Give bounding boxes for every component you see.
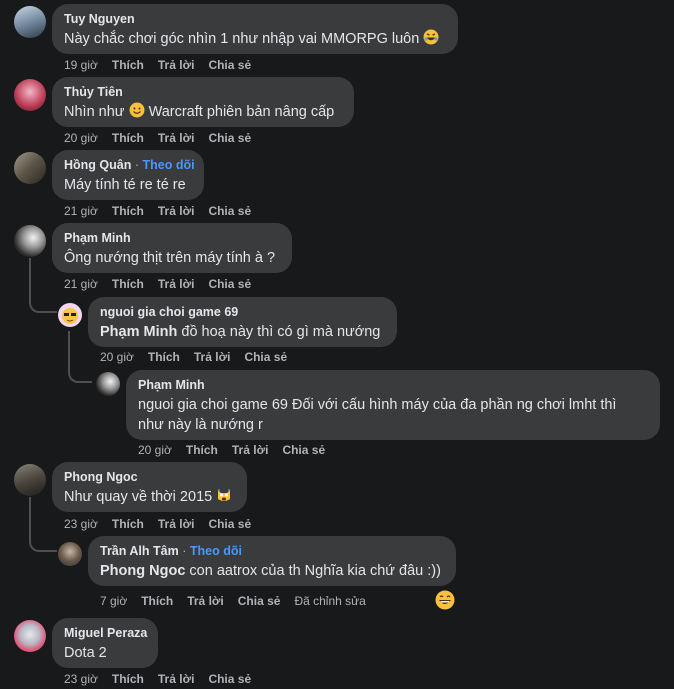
reply-button[interactable]: Trả lời (158, 58, 195, 72)
reply-button[interactable]: Trả lời (158, 277, 195, 291)
share-button[interactable]: Chia sẻ (244, 350, 287, 364)
comment-time[interactable]: 21 giờ (64, 204, 98, 218)
share-button[interactable]: Chia sẻ (238, 594, 281, 608)
avatar[interactable] (14, 620, 46, 652)
comment-text: nguoi gia choi game 69 Đối với cấu hình … (138, 397, 617, 433)
share-button[interactable]: Chia sẻ (208, 58, 251, 72)
like-button[interactable]: Thích (112, 277, 144, 291)
like-button[interactable]: Thích (141, 594, 173, 608)
comment-author[interactable]: Phạm Minh (64, 230, 280, 246)
follow-button[interactable]: Theo dõi (143, 158, 195, 172)
follow-button[interactable]: Theo dõi (190, 544, 242, 558)
comment-bubble: Phạm Minh nguoi gia choi game 69 Đối với… (126, 370, 660, 440)
like-button[interactable]: Thích (112, 131, 144, 145)
like-button[interactable]: Thích (186, 443, 218, 457)
thread-line (29, 497, 57, 552)
like-button[interactable]: Thích (112, 517, 144, 531)
comment-time[interactable]: 20 giờ (138, 443, 172, 457)
comment-bubble: Miguel Peraza Dota 2 (52, 618, 158, 668)
grin-reaction-icon[interactable] (435, 590, 455, 610)
share-button[interactable]: Chia sẻ (208, 204, 251, 218)
comment-time[interactable]: 7 giờ (100, 594, 127, 608)
comment-text: Máy tính té re té re (64, 177, 186, 193)
smile-emoji-icon (129, 102, 145, 118)
edited-label: Đã chỉnh sửa (294, 594, 366, 608)
comment-text: Này chắc chơi góc nhìn 1 như nhập vai MM… (64, 29, 446, 49)
comment-actions: 20 giờ Thích Trả lời Chia sẻ (64, 131, 265, 145)
share-button[interactable]: Chia sẻ (282, 443, 325, 457)
like-button[interactable]: Thích (112, 58, 144, 72)
reply-button[interactable]: Trả lời (158, 517, 195, 531)
avatar[interactable] (14, 464, 46, 496)
comment-actions: 23 giờ Thích Trả lời Chia sẻ (64, 672, 265, 686)
reply-button[interactable]: Trả lời (158, 672, 195, 686)
comment-text: Ông nướng thịt trên máy tính à ? (64, 250, 276, 266)
thread-line (29, 258, 57, 313)
comment-time[interactable]: 23 giờ (64, 672, 98, 686)
comment-time[interactable]: 23 giờ (64, 517, 98, 531)
share-button[interactable]: Chia sẻ (208, 517, 251, 531)
avatar[interactable] (14, 6, 46, 38)
reply-button[interactable]: Trả lời (194, 350, 231, 364)
avatar[interactable] (96, 372, 120, 396)
comment-bubble: Phạm Minh Ông nướng thịt trên máy tính à… (52, 223, 292, 273)
avatar[interactable] (58, 303, 82, 327)
avatar[interactable] (58, 542, 82, 566)
comment-author[interactable]: Phạm Minh (138, 377, 648, 393)
comment-time[interactable]: 21 giờ (64, 277, 98, 291)
comment-text: Như quay về thời 2015 (64, 487, 235, 507)
comment-time[interactable]: 20 giờ (100, 350, 134, 364)
cat-sunglasses-icon (62, 308, 78, 324)
comment-actions: 20 giờ Thích Trả lời Chia sẻ (138, 443, 339, 457)
comment-author: Hồng Quân · Theo dõi (64, 158, 195, 172)
avatar[interactable] (14, 225, 46, 257)
share-button[interactable]: Chia sẻ (208, 672, 251, 686)
comment-bubble: nguoi gia choi game 69 Phạm Minh đồ hoạ … (88, 297, 397, 347)
comment-actions: 19 giờ Thích Trả lời Chia sẻ (64, 58, 265, 72)
reply-button[interactable]: Trả lời (232, 443, 269, 457)
comment-text: Phong Ngoc con aatrox của th Nghĩa kia c… (100, 563, 441, 579)
comment-bubble: Phong Ngoc Như quay về thời 2015 (52, 462, 247, 512)
comment-text: Dota 2 (64, 645, 107, 661)
rofl-emoji-icon (423, 29, 439, 45)
comment-bubble: Trần Alh Tâm · Theo dõi Phong Ngoc con a… (88, 536, 456, 586)
comment-actions: 21 giờ Thích Trả lời Chia sẻ (64, 204, 265, 218)
mention-link[interactable]: Phong Ngoc (100, 563, 185, 579)
avatar[interactable] (14, 152, 46, 184)
comment-author[interactable]: Tuy Nguyen (64, 11, 446, 27)
comment-text: Phạm Minh đồ hoạ này thì có gì mà nướng (100, 324, 381, 340)
scared-cat-emoji-icon (218, 489, 231, 501)
comment-author[interactable]: Phong Ngoc (64, 469, 235, 485)
comment-bubble: Tuy Nguyen Này chắc chơi góc nhìn 1 như … (52, 4, 458, 54)
comment-time[interactable]: 20 giờ (64, 131, 98, 145)
like-button[interactable]: Thích (112, 672, 144, 686)
comment-actions: 21 giờ Thích Trả lời Chia sẻ (64, 277, 265, 291)
reply-button[interactable]: Trả lời (158, 131, 195, 145)
comment-time[interactable]: 19 giờ (64, 58, 98, 72)
comment-text: Nhìn như Warcraft phiên bản nâng cấp (64, 102, 335, 120)
comment-bubble: Hồng Quân · Theo dõi Máy tính té re té r… (52, 150, 204, 200)
like-button[interactable]: Thích (112, 204, 144, 218)
comment-author[interactable]: Thủy Tiên (64, 84, 342, 100)
like-button[interactable]: Thích (148, 350, 180, 364)
comment-author[interactable]: Miguel Peraza (64, 625, 147, 641)
comment-author[interactable]: nguoi gia choi game 69 (100, 304, 385, 320)
comment-bubble: Thủy Tiên Nhìn như Warcraft phiên bản nâ… (52, 77, 354, 127)
comment-actions: 23 giờ Thích Trả lời Chia sẻ (64, 517, 265, 531)
share-button[interactable]: Chia sẻ (208, 277, 251, 291)
avatar[interactable] (14, 79, 46, 111)
thread-line (68, 331, 92, 383)
comment-author: Trần Alh Tâm · Theo dõi (100, 544, 242, 558)
mention-link[interactable]: Phạm Minh (100, 324, 177, 340)
comment-actions: 20 giờ Thích Trả lời Chia sẻ (100, 350, 301, 364)
reply-button[interactable]: Trả lời (158, 204, 195, 218)
share-button[interactable]: Chia sẻ (208, 131, 251, 145)
comment-actions: 7 giờ Thích Trả lời Chia sẻ Đã chỉnh sửa (100, 594, 380, 608)
reply-button[interactable]: Trả lời (187, 594, 224, 608)
